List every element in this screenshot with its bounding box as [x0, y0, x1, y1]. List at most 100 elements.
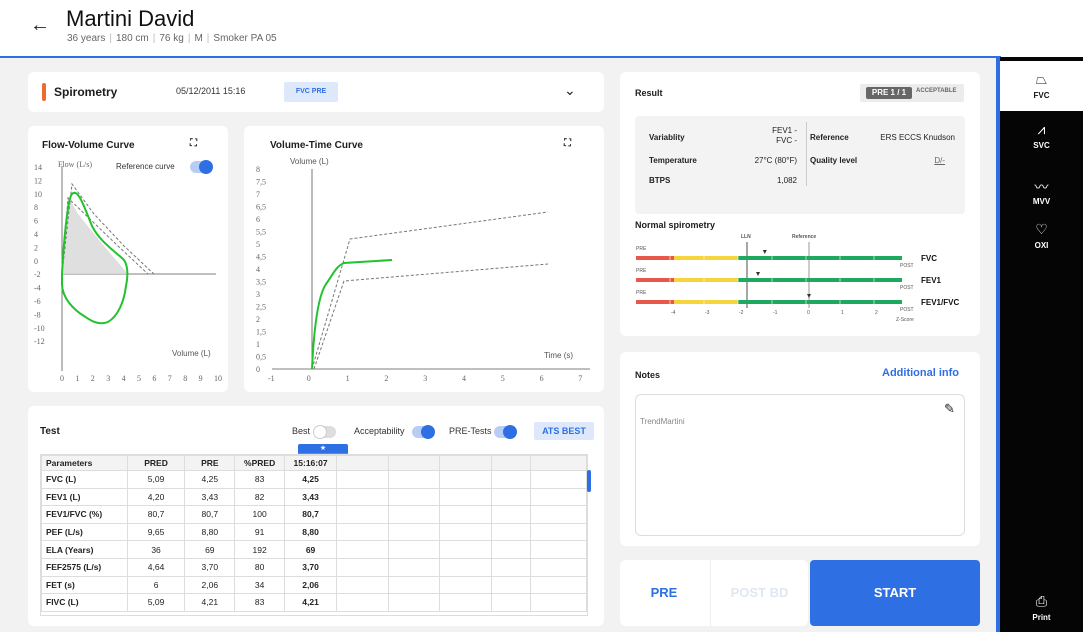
empty-cell — [387, 487, 441, 507]
pre-tag: PRE — [636, 268, 647, 274]
patient-weight: 76 kg — [159, 33, 184, 44]
value-cell: 2,06 — [184, 575, 236, 595]
empty-cell — [387, 575, 441, 595]
additional-info-link[interactable]: Additional info — [882, 367, 959, 379]
result-card: Result PRE 1 / 1 ACCEPTABLE Variablity F… — [620, 72, 980, 336]
reference-marker-label: Reference — [792, 234, 816, 240]
fvc-pre-badge: FVC PRE — [284, 82, 338, 102]
fv-x-tick: 10 — [214, 374, 222, 383]
patient-smoker: Smoker PA 05 — [213, 33, 277, 44]
vt-reference-lower — [313, 263, 549, 370]
variability-fev1: FEV1 - — [772, 126, 797, 135]
empty-cell — [387, 540, 441, 559]
lln-label: LLN — [741, 234, 751, 240]
chevron-down-icon[interactable]: ⌄ — [564, 82, 576, 99]
value-cell: 91 — [234, 522, 286, 542]
vt-y-tick: 0 — [256, 365, 260, 374]
pre-button[interactable]: PRE — [620, 560, 708, 626]
sidebar-item-fvc[interactable]: ⏢ FVC — [1000, 61, 1083, 111]
empty-cell — [490, 540, 532, 559]
spirometry-datetime: 05/12/2011 15:16 — [176, 86, 246, 96]
zbar-green — [738, 256, 902, 260]
reference-label: Reference — [810, 133, 849, 142]
pretests-toggle[interactable] — [494, 425, 517, 439]
column-header: Parameters — [41, 455, 128, 471]
zscore-label: Z-Score — [896, 317, 914, 323]
patient-info: 36 years | 180 cm | 76 kg | M | Smoker PA 05 — [67, 33, 277, 44]
parameter-cell: ELA (Years) — [41, 540, 128, 559]
sidebar-item-oxi[interactable]: ♡ OXI — [1000, 221, 1083, 261]
pre-acceptable-badge: PRE 1 / 1 ACCEPTABLE — [860, 84, 964, 102]
acceptable-label: ACCEPTABLE — [916, 88, 957, 94]
notes-textarea[interactable]: TrendMartini ✎ — [635, 394, 965, 536]
empty-cell — [336, 593, 389, 612]
value-cell: 4,25 — [284, 470, 337, 489]
value-cell: 5,09 — [126, 593, 186, 612]
vt-y-axis-label: Volume (L) — [290, 157, 329, 166]
empty-cell — [387, 470, 441, 489]
acceptability-toggle[interactable] — [412, 425, 435, 439]
value-cell: 192 — [234, 540, 286, 559]
post-tag: POST — [900, 285, 914, 291]
zbar-yellow — [674, 278, 738, 282]
parameter-cell: FEF2575 (L/s) — [41, 557, 128, 577]
empty-cell — [490, 522, 532, 542]
zbar-yellow — [674, 300, 738, 304]
fv-y-tick: 2 — [34, 243, 38, 252]
value-cell: 82 — [234, 487, 286, 507]
notes-title: Notes — [635, 370, 661, 380]
table-row: FEV1 (L) 4,20 3,43 82 3,43 — [41, 487, 587, 507]
fv-y-tick: 0 — [34, 257, 38, 266]
sidebar-item-label: OXI — [1034, 241, 1049, 250]
temperature-value: 27°C (80°F) — [754, 156, 797, 165]
best-toggle[interactable] — [313, 425, 336, 439]
fv-predicted-area — [62, 196, 128, 274]
value-cell: 80,7 — [126, 505, 186, 524]
empty-cell — [439, 470, 492, 489]
pencil-icon[interactable]: ✎ — [944, 401, 955, 417]
vt-y-tick: 6,5 — [256, 203, 266, 212]
value-cell: 3,43 — [284, 487, 337, 507]
flow-volume-card: Flow-Volume Curve ⛶ Reference curve 14 12… — [28, 126, 228, 392]
back-arrow-icon[interactable]: ← — [30, 14, 50, 37]
empty-column-header — [530, 455, 587, 471]
zscore-tick: -2 — [739, 310, 744, 316]
zscore-tick: -4 — [671, 310, 676, 316]
sidebar-item-svc[interactable]: ⩘ SVC — [1000, 121, 1083, 161]
fv-y-tick: -2 — [34, 270, 41, 279]
patient-height: 180 cm — [115, 33, 149, 44]
value-cell: 4,25 — [184, 470, 236, 489]
zbar-green — [738, 278, 902, 282]
fv-y-tick: -10 — [34, 324, 45, 333]
print-label: Print — [1032, 613, 1051, 622]
vt-y-tick: 0,5 — [256, 353, 266, 362]
empty-cell — [439, 505, 492, 524]
ats-best-button[interactable]: ATS BEST — [534, 422, 594, 440]
zbar-red — [636, 278, 674, 282]
zscore-tick: -1 — [773, 310, 778, 316]
vt-y-tick: 3 — [256, 290, 260, 299]
vt-x-tick: 0 — [307, 374, 311, 383]
patient-sex: M — [194, 33, 203, 44]
post-bd-button[interactable]: POST BD — [710, 560, 808, 626]
table-scrollbar[interactable] — [587, 470, 591, 492]
fvc-icon: ⏢ — [1035, 71, 1048, 87]
best-star-icon: ★ — [298, 444, 348, 453]
sidebar-item-mvv[interactable]: 〰 MVV — [1000, 177, 1083, 217]
spirometry-selector[interactable]: Spirometry 05/12/2011 15:16 FVC PRE ⌄ — [28, 72, 604, 112]
empty-column-header — [336, 455, 389, 471]
test-card: Test Best Acceptability PRE-Tests ATS BE… — [28, 406, 604, 626]
zbar-red — [636, 256, 674, 260]
start-button[interactable]: START — [810, 560, 980, 626]
quality-value: D/- — [934, 156, 945, 165]
value-cell: 69 — [184, 540, 236, 559]
notes-text: TrendMartini — [640, 417, 685, 426]
column-header[interactable]: 15:16:07 — [284, 455, 337, 471]
empty-cell — [490, 487, 532, 507]
print-button[interactable]: ⎙ Print — [1000, 593, 1083, 629]
empty-cell — [336, 575, 389, 595]
vt-x-tick: -1 — [268, 374, 275, 383]
right-sidebar: ⏢ FVC ⩘ SVC 〰 MVV ♡ OXI ⎙ Print — [996, 57, 1083, 632]
vt-y-tick: 7,5 — [256, 178, 266, 187]
vt-y-tick: 5 — [256, 240, 260, 249]
